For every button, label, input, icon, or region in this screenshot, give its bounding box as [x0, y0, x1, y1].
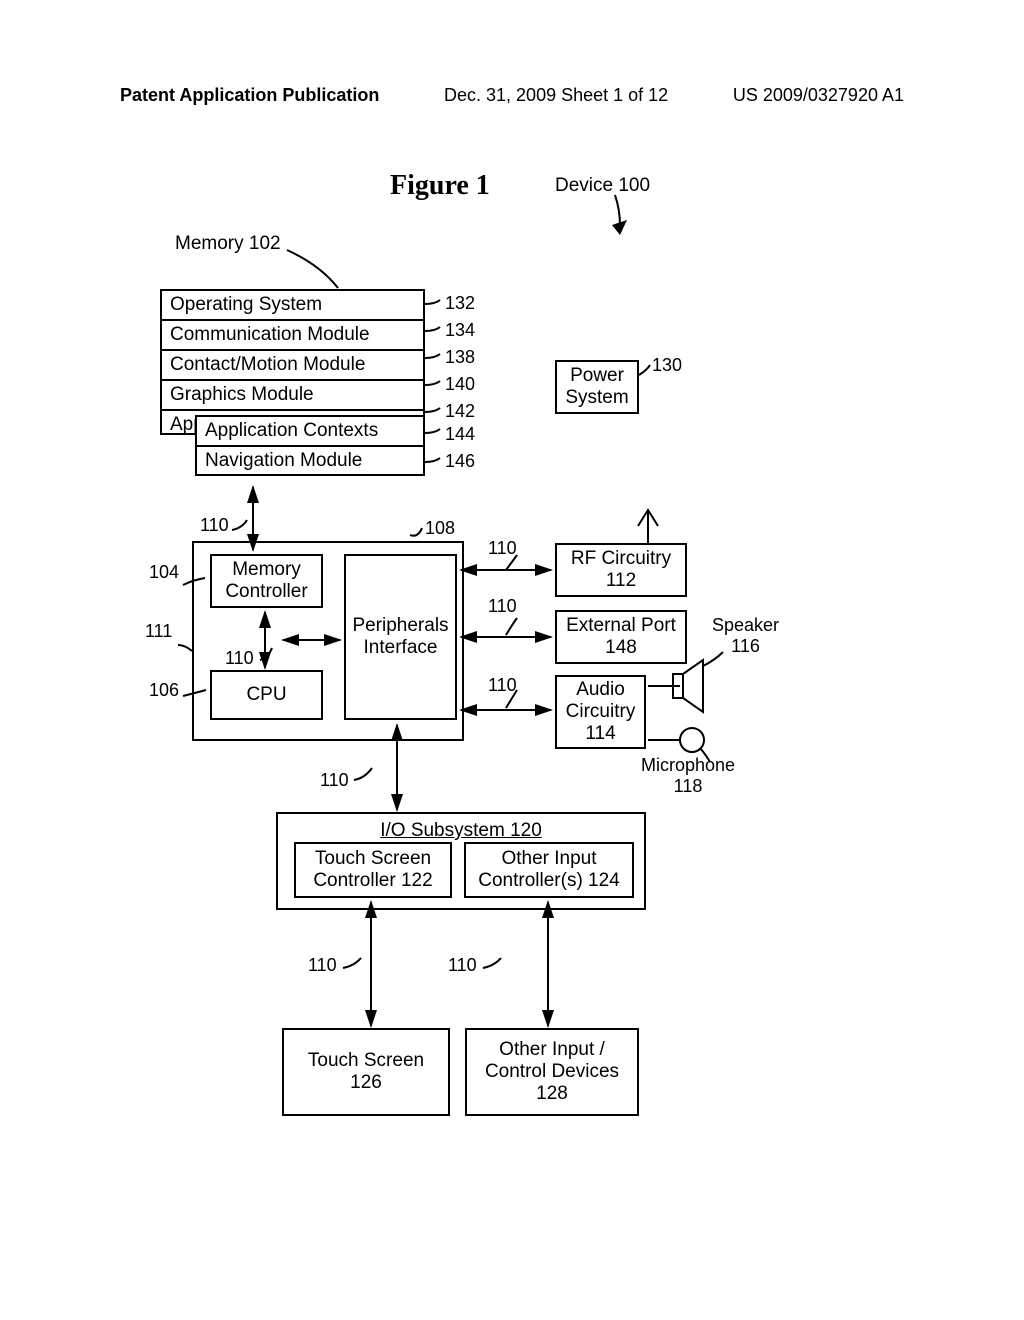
header-right: US 2009/0327920 A1 — [733, 85, 904, 106]
header-left: Patent Application Publication — [120, 85, 379, 106]
header-center: Dec. 31, 2009 Sheet 1 of 12 — [444, 85, 668, 106]
page-header: Patent Application Publication Dec. 31, … — [0, 0, 1024, 106]
diagram-connectors — [0, 150, 1024, 1200]
